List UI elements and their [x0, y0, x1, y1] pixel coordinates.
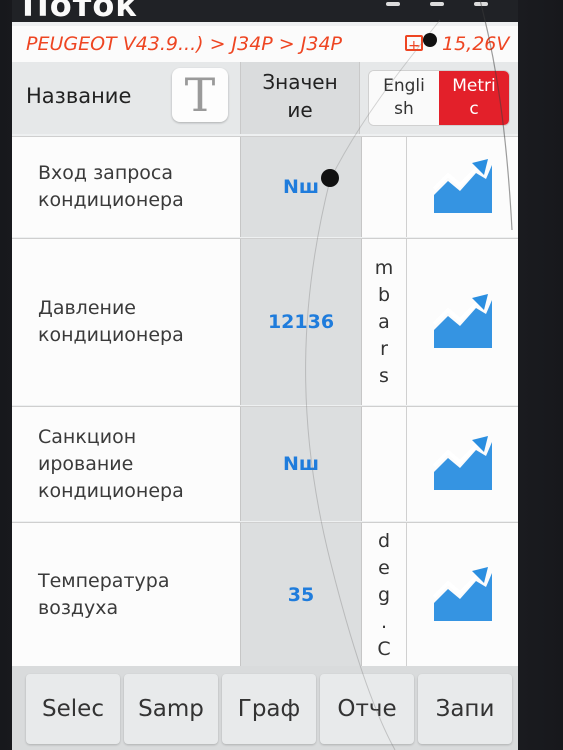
unit-metric-button[interactable]: Metri c: [439, 71, 509, 125]
row-value: 35: [240, 523, 362, 667]
row-name: Вход запроса кондиционера: [38, 162, 184, 211]
page-title: Поток: [22, 0, 139, 24]
row-value: Nш: [240, 407, 362, 521]
trend-chart-icon[interactable]: [432, 294, 494, 350]
trend-chart-icon[interactable]: [432, 159, 494, 215]
breadcrumb-path[interactable]: PEUGEOT V43.9...) > J34P > J34P: [26, 26, 342, 62]
sample-button[interactable]: Samp: [124, 674, 218, 744]
graph-button[interactable]: Граф: [222, 674, 316, 744]
column-value-label: Значен ие: [262, 70, 338, 122]
row-name: Давление кондиционера: [38, 297, 184, 346]
column-value-header: Значен ие: [240, 62, 360, 134]
row-unit: d e g . C: [362, 523, 407, 667]
row-unit: [362, 137, 407, 237]
row-value: Nш: [240, 137, 362, 237]
table-row[interactable]: Вход запроса кондиционера Nш: [12, 136, 518, 237]
trend-chart-icon[interactable]: [432, 436, 494, 492]
trend-chart-icon[interactable]: [432, 567, 494, 623]
report-button[interactable]: Отче: [320, 674, 414, 744]
status-icon-3: [474, 2, 488, 6]
record-button[interactable]: Запи: [418, 674, 512, 744]
unit-toggle[interactable]: Engli sh Metri c: [368, 70, 510, 126]
table-row[interactable]: Давление кондиционера 12136 m b a r s: [12, 238, 518, 405]
battery-icon: [405, 28, 423, 62]
status-icons: [386, 2, 488, 6]
status-icon-2: [430, 2, 444, 6]
breadcrumb[interactable]: PEUGEOT V43.9...) > J34P > J34P 15,26V: [12, 26, 518, 63]
table-header: Название T Значен ие Engli sh Metri c: [12, 62, 518, 134]
row-value: 12136: [240, 239, 362, 405]
select-button[interactable]: Selec: [26, 674, 120, 744]
bottom-toolbar: Selec Samp Граф Отче Запи: [12, 666, 518, 750]
table-row[interactable]: Санкцион ирование кондиционера Nш: [12, 406, 518, 521]
row-unit: m b a r s: [362, 239, 407, 405]
row-name: Санкцион ирование кондиционера: [38, 425, 184, 502]
table-row[interactable]: Температура воздуха 35 d e g . C: [12, 522, 518, 667]
row-name: Температура воздуха: [38, 570, 170, 619]
column-name-header: Название: [26, 84, 132, 108]
voltage-readout: 15,26V: [442, 33, 510, 55]
font-size-button[interactable]: T: [172, 68, 228, 122]
row-unit: [362, 407, 407, 521]
unit-metric-label: Metri c: [452, 76, 496, 119]
status-icon-1: [386, 2, 400, 6]
unit-english-button[interactable]: Engli sh: [369, 71, 439, 125]
unit-english-label: Engli sh: [383, 76, 425, 119]
